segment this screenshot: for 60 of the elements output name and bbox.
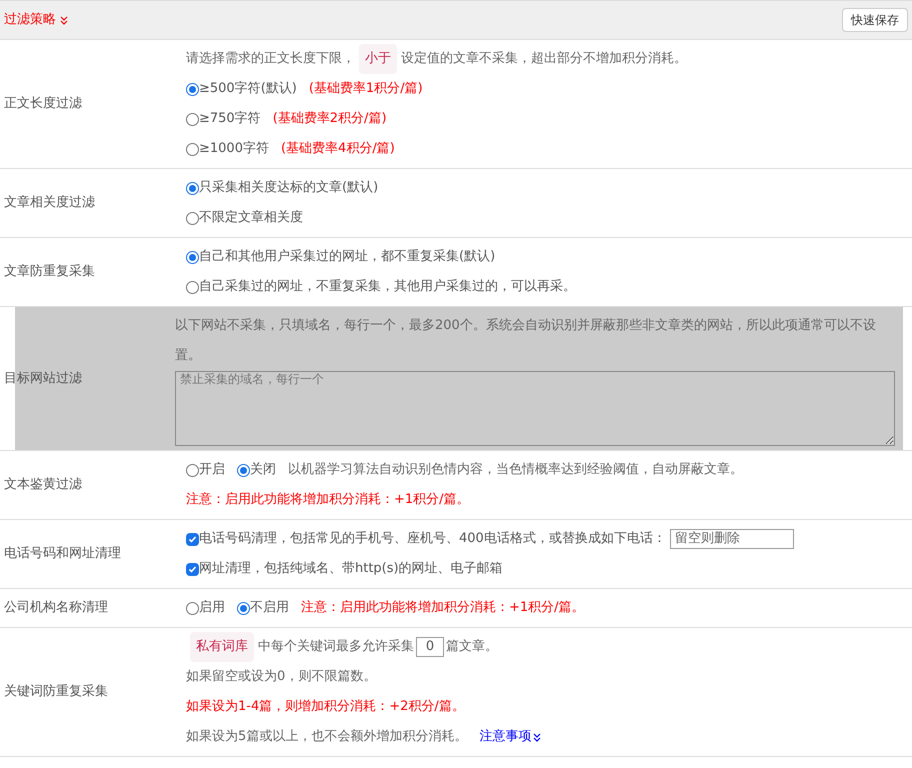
note-text: (基础费率2积分/篇)	[272, 110, 387, 128]
radio-option[interactable]: 不限定文章相关度	[186, 203, 303, 233]
row-label: 关键词防重复采集	[4, 684, 108, 700]
description-text: 以机器学习算法自动识别色情内容，当色情概率达到经验阈值，自动屏蔽文章。	[288, 461, 743, 479]
radio-button[interactable]	[186, 212, 199, 224]
note-text: 注意：启用此功能将增加积分消耗：+1积分/篇。	[301, 599, 585, 617]
highlight-tag: 小于	[359, 44, 397, 74]
radio-option[interactable]: 启用	[186, 593, 225, 623]
description-text: 中每个关键词最多允许采集	[258, 638, 414, 656]
radio-option[interactable]: 自己采集过的网址，不重复采集，其他用户采集过的，可以再采。	[186, 272, 576, 302]
count-input-field[interactable]: 0	[416, 637, 444, 657]
section-title: 过滤策略	[4, 11, 56, 30]
radio-option[interactable]: ≥500字符(默认)	[186, 74, 297, 104]
radio-button[interactable]	[186, 82, 199, 96]
radio-button[interactable]	[237, 602, 250, 614]
description-text: 如果留空或设为0，则不限篇数。	[186, 668, 376, 686]
description-text: 请选择需求的正文长度下限，	[186, 50, 355, 68]
quick-save-button[interactable]: 快速保存	[842, 8, 908, 32]
radio-option[interactable]: 开启	[186, 455, 225, 485]
row-label: 文本鉴黄过滤	[4, 477, 82, 492]
row-label: 文章相关度过滤	[4, 195, 95, 210]
radio-option[interactable]: ≥750字符	[186, 104, 261, 134]
radio-button[interactable]	[186, 112, 199, 126]
radio-option[interactable]: 只采集相关度达标的文章(默认)	[186, 173, 378, 203]
note-text: (基础费率4积分/篇)	[280, 140, 395, 158]
chevron-down-icon	[533, 732, 542, 742]
description-text: 篇文章。	[446, 638, 498, 656]
radio-button[interactable]	[186, 464, 199, 476]
row-label: 电话号码和网址清理	[4, 546, 121, 562]
row-label: 公司机构名称清理	[4, 600, 108, 616]
checkbox-option[interactable]: 电话号码清理，包括常见的手机号、座机号、400电话格式，或替换成如下电话：	[186, 524, 666, 554]
checkbox[interactable]	[186, 562, 199, 576]
checkmark-icon	[188, 534, 197, 544]
description-text: 设定值的文章不采集，超出部分不增加积分消耗。	[401, 50, 687, 68]
radio-button[interactable]	[186, 280, 199, 294]
radio-button[interactable]	[237, 464, 250, 476]
radio-button[interactable]	[186, 250, 199, 264]
radio-option[interactable]: 自己和其他用户采集过的网址，都不重复采集(默认)	[186, 242, 496, 272]
checkmark-icon	[188, 564, 197, 574]
row-label: 目标网站过滤	[4, 370, 82, 386]
note-text: 如果设为1-4篇，则增加积分消耗：+2积分/篇。	[186, 698, 465, 716]
highlight-tag: 私有词库	[190, 632, 254, 662]
notes-link[interactable]: 注意事项	[479, 722, 542, 752]
checkbox-option[interactable]: 网址清理，包括纯域名、带http(s)的网址、电子邮箱	[186, 554, 503, 584]
radio-option[interactable]: 不启用	[237, 593, 289, 623]
chevron-down-icon	[60, 16, 68, 24]
domain-textarea[interactable]: 禁止采集的域名，每行一个	[175, 371, 895, 446]
radio-option[interactable]: ≥1000字符	[186, 134, 269, 164]
radio-button[interactable]	[186, 602, 199, 614]
phone-input-field[interactable]: 留空则删除	[670, 529, 794, 549]
radio-option[interactable]: 关闭	[237, 455, 276, 485]
checkbox[interactable]	[186, 532, 199, 546]
radio-button[interactable]	[186, 182, 199, 194]
note-text: (基础费率1积分/篇)	[308, 80, 423, 98]
description-text: 以下网站不采集，只填域名，每行一个，最多200个。系统会自动识别并屏蔽那些非文章类的网站，所以此项通常可以不设置。	[175, 317, 877, 365]
description-text: 如果设为5篇或以上，也不会额外增加积分消耗。	[186, 728, 468, 746]
row-label: 文章防重复采集	[4, 264, 95, 280]
row-label: 正文长度过滤	[4, 96, 82, 112]
note-text: 注意：启用此功能将增加积分消耗：+1积分/篇。	[186, 491, 470, 509]
radio-button[interactable]	[186, 142, 199, 156]
